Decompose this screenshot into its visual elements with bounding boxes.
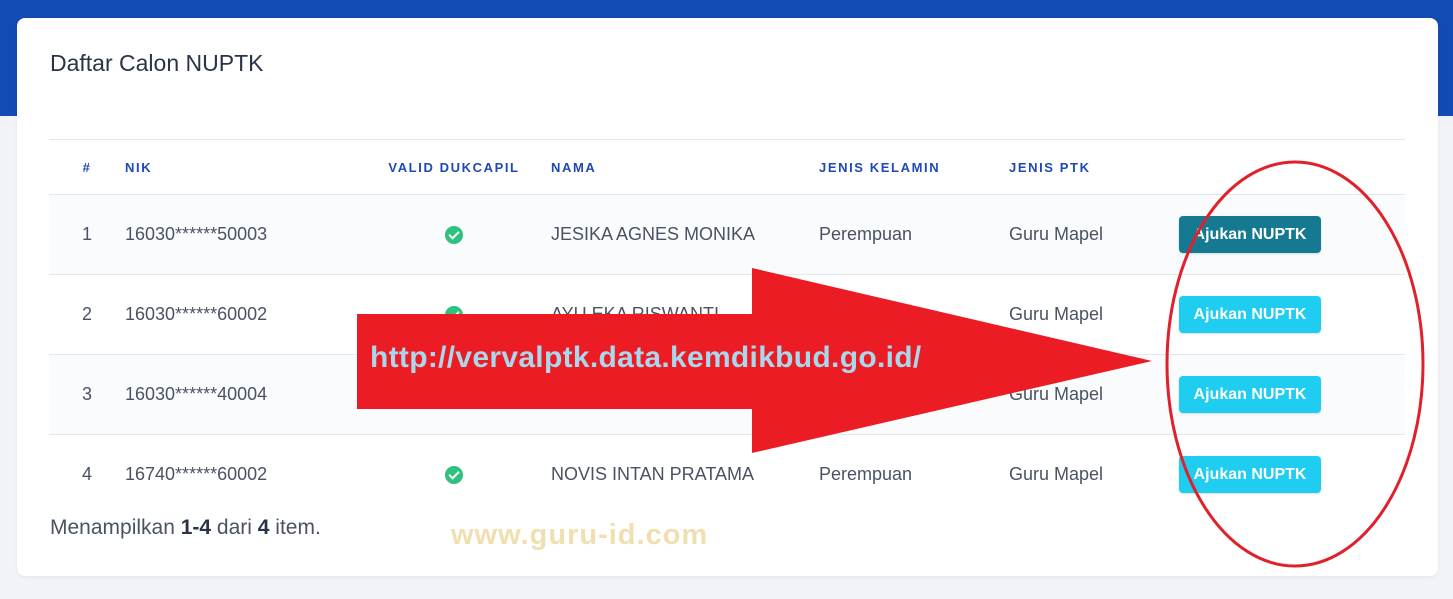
cell-action: Ajukan NUPTK (1171, 354, 1405, 435)
cell-action: Ajukan NUPTK (1171, 435, 1405, 515)
watermark-text: www.guru-id.com (451, 519, 709, 551)
ajukan-nuptk-button[interactable]: Ajukan NUPTK (1179, 216, 1321, 253)
cell-action: Ajukan NUPTK (1171, 274, 1405, 355)
pagination-summary: Menampilkan 1-4 dari 4 item. (50, 516, 321, 540)
summary-range: 1-4 (180, 516, 212, 539)
cell-nama: JESIKA AGNES MONIKA (551, 194, 819, 275)
check-circle-icon (445, 306, 463, 325)
cell-valid (357, 194, 551, 275)
col-header-number[interactable]: # (49, 139, 125, 195)
table-row: 1 16030******50003 JESIKA AGNES MONIKA P… (49, 194, 1405, 275)
cell-nik: 16030******60002 (125, 274, 357, 355)
ajukan-nuptk-button[interactable]: Ajukan NUPTK (1179, 376, 1321, 413)
cell-nama: NOVIS INTAN PRATAMA (551, 464, 755, 484)
summary-suffix: item. (269, 516, 321, 539)
cell-jenis-ptk: Guru Mapel (1009, 194, 1171, 275)
ajukan-nuptk-button[interactable]: Ajukan NUPTK (1179, 456, 1321, 493)
cell-jenis-ptk: Guru Mapel (1009, 354, 1171, 435)
cell-number: 4 (81, 464, 92, 484)
col-header-nik[interactable]: NIK (125, 139, 357, 195)
candidate-table: # NIK VALID DUKCAPIL NAMA JENIS KELAMIN … (49, 139, 1405, 514)
cell-number: 1 (49, 194, 125, 275)
summary-middle: dari (211, 516, 258, 539)
page-title: Daftar Calon NUPTK (50, 50, 264, 76)
cell-number: 2 (49, 274, 125, 355)
annotation-url: http://vervalptk.data.kemdikbud.go.id/ (370, 341, 922, 374)
col-header-jenis-kelamin[interactable]: JENIS KELAMIN (819, 139, 1009, 195)
ajukan-nuptk-button[interactable]: Ajukan NUPTK (1179, 296, 1321, 333)
cell-number: 3 (49, 354, 125, 435)
cell-jenis-kelamin: Perempuan (819, 464, 913, 484)
cell-valid (357, 435, 551, 515)
nuptk-card: Daftar Calon NUPTK # NIK VALID DUKCAPIL … (17, 18, 1438, 576)
summary-prefix: Menampilkan (50, 516, 181, 539)
cell-nik: 16030******40004 (125, 354, 357, 435)
col-header-jenis-ptk[interactable]: JENIS PTK (1009, 139, 1171, 195)
col-header-valid-dukcapil[interactable]: VALID DUKCAPIL (357, 139, 551, 195)
cell-jenis-ptk: Guru Mapel (1009, 464, 1104, 484)
cell-jenis-kelamin: Perempuan (819, 194, 1009, 275)
cell-action: Ajukan NUPTK (1171, 194, 1405, 275)
cell-nik: 16740******60002 (125, 464, 268, 484)
table-row: 4 16740******60002 NOVIS INTAN PRATAMA P… (49, 435, 1405, 515)
col-header-nama[interactable]: NAMA (551, 139, 819, 195)
col-header-action (1171, 139, 1405, 195)
cell-jenis-ptk: Guru Mapel (1009, 274, 1171, 355)
summary-total: 4 (257, 516, 270, 539)
check-circle-icon (445, 226, 463, 245)
check-circle-icon (445, 386, 463, 405)
cell-nik: 16030******50003 (125, 194, 357, 275)
table-header-row: # NIK VALID DUKCAPIL NAMA JENIS KELAMIN … (49, 139, 1405, 195)
check-circle-icon (445, 466, 463, 485)
